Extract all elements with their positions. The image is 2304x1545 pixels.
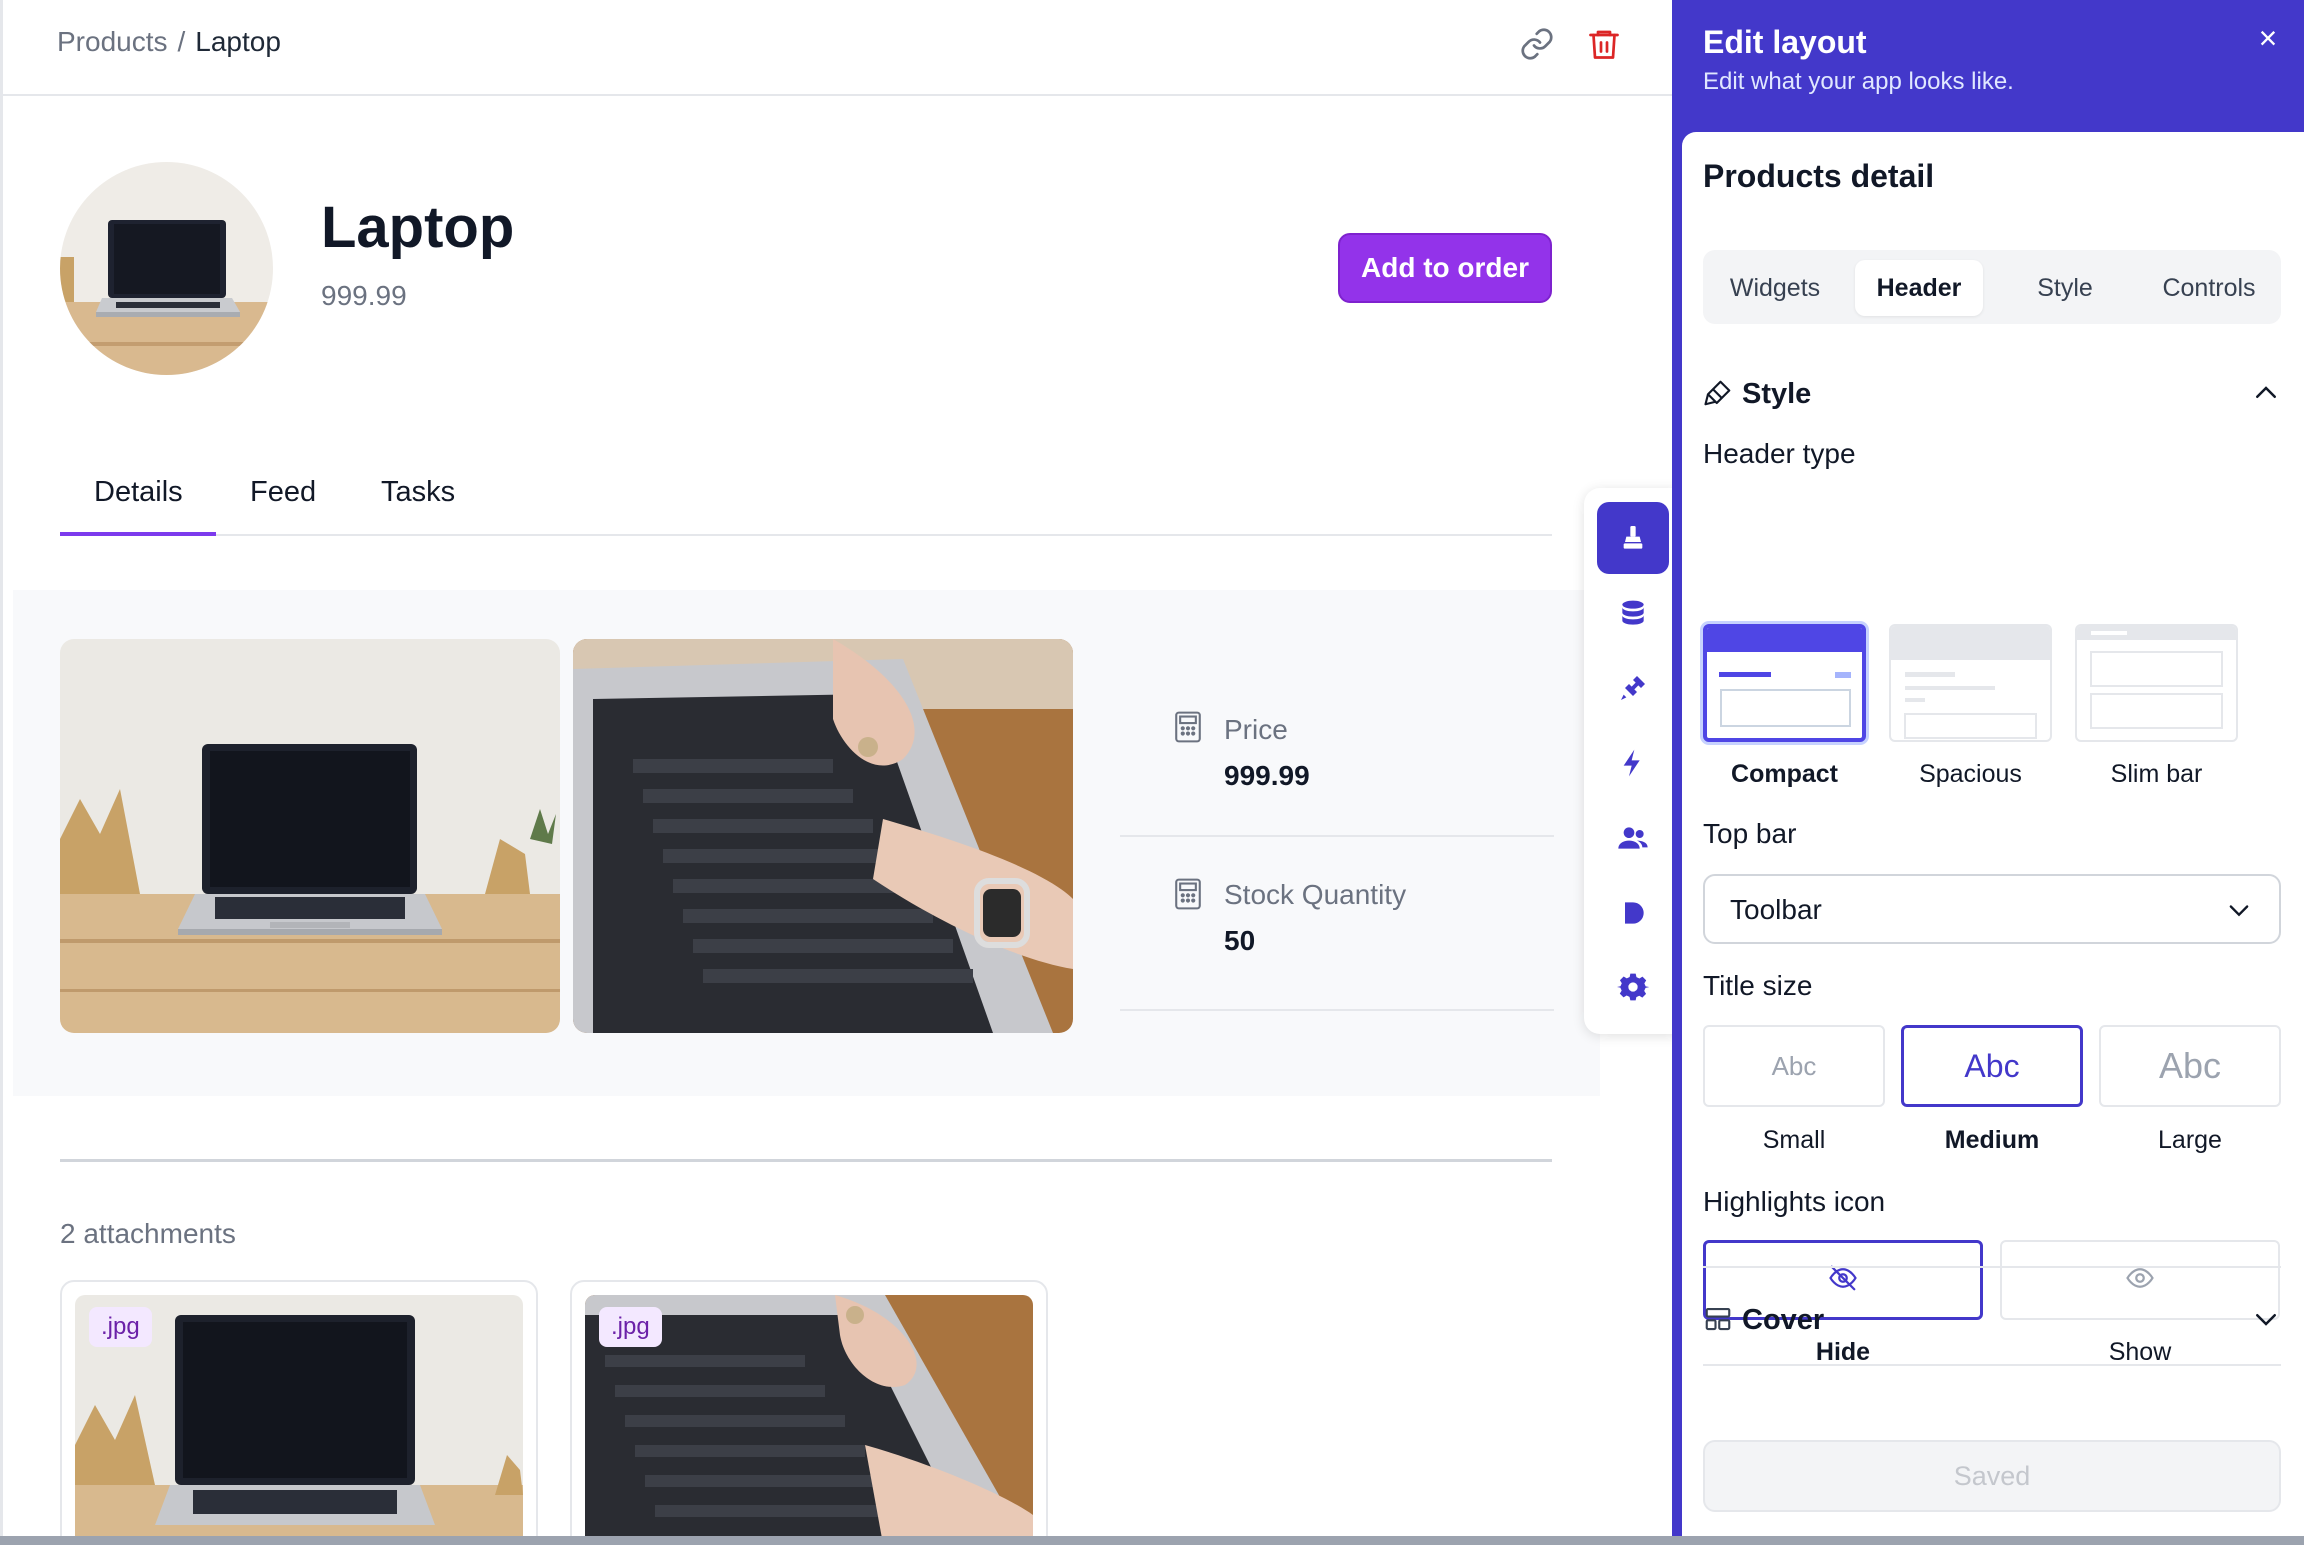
record-avatar	[60, 162, 273, 375]
trash-icon[interactable]	[1586, 26, 1622, 62]
play-icon[interactable]	[1597, 877, 1669, 949]
header-type-caption: Slim bar	[2110, 760, 2203, 788]
field-stock-quantity: Stock Quantity 50	[1120, 837, 1554, 1011]
panel-body: Products detail Widgets Header Style Con…	[1682, 132, 2304, 1536]
title-size-small[interactable]: Abc	[1703, 1025, 1885, 1107]
title-size-label: Title size	[1703, 970, 1813, 1001]
highlights-icon-caption: Show	[2108, 1338, 2172, 1366]
file-extension-badge: .jpg	[599, 1307, 662, 1347]
panel-section-title: Products detail	[1703, 158, 1935, 194]
plug-icon[interactable]	[1597, 652, 1669, 724]
tab-tasks[interactable]: Tasks	[381, 476, 455, 509]
header-type-slim-bar[interactable]	[2075, 624, 2238, 742]
chevron-up-icon	[2251, 378, 2281, 408]
record-title: Laptop	[321, 195, 515, 260]
product-photo[interactable]	[60, 639, 560, 1033]
gear-icon[interactable]	[1597, 951, 1669, 1023]
chevron-down-icon	[2225, 896, 2253, 924]
page-top-bar: Products / Laptop	[3, 0, 1675, 96]
section-divider	[1703, 1364, 2281, 1366]
title-size-medium[interactable]: Abc	[1901, 1025, 2083, 1107]
field-label: Price	[1224, 714, 1288, 745]
panel-subtitle: Edit what your app looks like.	[1703, 68, 2014, 95]
add-to-order-button[interactable]: Add to order	[1338, 233, 1552, 303]
panel-title: Edit layout	[1703, 24, 1867, 60]
active-tab-indicator	[60, 532, 216, 536]
attachments-count: 2 attachments	[60, 1218, 236, 1249]
product-photo[interactable]	[573, 639, 1073, 1033]
segment-controls[interactable]: Controls	[2145, 260, 2273, 316]
record-page: Products / Laptop Laptop 999.99 Add to o…	[0, 0, 1675, 1545]
horizontal-scrollbar[interactable]	[0, 1536, 2304, 1545]
save-button[interactable]: Saved	[1703, 1440, 2281, 1512]
breadcrumb-separator: /	[177, 26, 186, 57]
breadcrumb-current: Laptop	[195, 26, 281, 57]
title-size-caption: Small	[1762, 1126, 1826, 1154]
users-icon[interactable]	[1597, 802, 1669, 874]
calculator-icon	[1172, 877, 1204, 911]
cover-section-header[interactable]: Cover	[1703, 1300, 2281, 1340]
editor-icon-rail	[1584, 488, 1680, 1034]
breadcrumb: Products / Laptop	[57, 26, 281, 58]
title-size-large[interactable]: Abc	[2099, 1025, 2281, 1107]
style-section-header[interactable]: Style	[1703, 374, 2281, 414]
lightning-icon[interactable]	[1597, 727, 1669, 799]
calculator-icon	[1172, 710, 1204, 744]
field-label: Stock Quantity	[1224, 879, 1407, 910]
close-icon[interactable]: ×	[2250, 20, 2286, 56]
field-value: 50	[1224, 925, 1256, 956]
top-bar-value: Toolbar	[1730, 894, 1822, 925]
field-value: 999.99	[1224, 760, 1310, 791]
link-icon[interactable]	[1519, 26, 1555, 62]
chevron-down-icon	[2251, 1304, 2281, 1334]
layout-icon	[1703, 1304, 1733, 1334]
panel-segmented-control: Widgets Header Style Controls	[1703, 250, 2281, 324]
header-type-spacious[interactable]	[1889, 624, 2052, 742]
title-size-caption: Large	[2158, 1126, 2222, 1154]
breadcrumb-parent[interactable]: Products	[57, 26, 168, 57]
header-type-caption: Spacious	[1919, 760, 2022, 788]
attachment-card[interactable]: .jpg	[570, 1280, 1048, 1545]
header-type-caption: Compact	[1731, 760, 1838, 788]
brush-icon[interactable]	[1597, 502, 1669, 574]
attachment-card[interactable]: .jpg	[60, 1280, 538, 1545]
top-bar-select[interactable]: Toolbar	[1703, 874, 2281, 944]
title-size-caption: Medium	[1944, 1126, 2040, 1154]
tab-details[interactable]: Details	[94, 476, 183, 509]
highlights-icon-caption: Hide	[1815, 1338, 1871, 1366]
record-subtitle: 999.99	[321, 280, 407, 311]
details-gallery: Price 999.99 Stock Quantity 50	[13, 590, 1600, 1096]
top-bar-label: Top bar	[1703, 818, 1797, 849]
edit-layout-panel: Edit layout Edit what your app looks lik…	[1672, 0, 2304, 1536]
segment-header[interactable]: Header	[1855, 260, 1983, 316]
record-tabs: Details Feed Tasks	[60, 460, 1552, 536]
highlights-icon-label: Highlights icon	[1703, 1186, 1886, 1217]
segment-style[interactable]: Style	[2001, 260, 2129, 316]
brush-icon	[1703, 378, 1733, 408]
header-type-compact[interactable]	[1703, 624, 1866, 742]
database-icon[interactable]	[1597, 578, 1669, 650]
style-section-title: Style	[1742, 378, 1812, 410]
field-price: Price 999.99	[1120, 590, 1554, 837]
file-extension-badge: .jpg	[89, 1307, 152, 1347]
section-divider	[60, 1159, 1552, 1162]
cover-section-title: Cover	[1742, 1304, 1825, 1336]
tab-feed[interactable]: Feed	[250, 476, 316, 509]
header-type-label: Header type	[1703, 438, 1856, 469]
segment-widgets[interactable]: Widgets	[1711, 260, 1839, 316]
section-divider	[1703, 1266, 2281, 1268]
